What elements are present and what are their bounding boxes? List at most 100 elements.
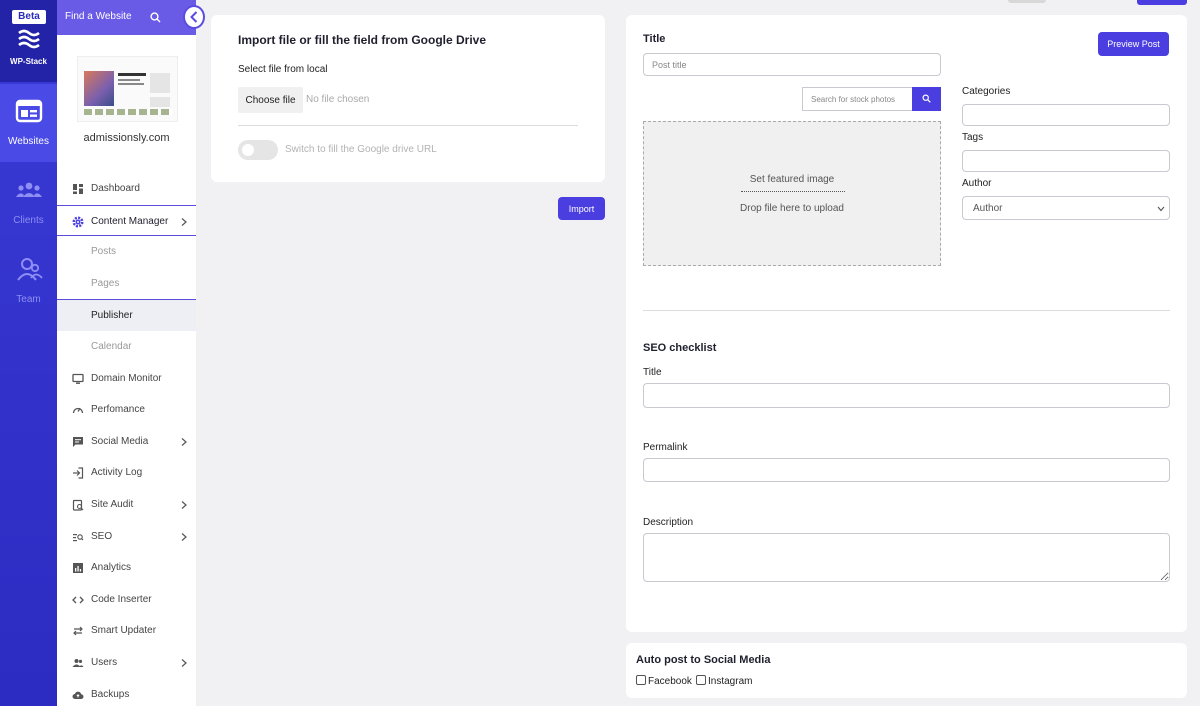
sidebar-item-calendar[interactable]: Calendar (57, 331, 196, 363)
chevron-right-icon (181, 217, 187, 226)
sidebar-item-activity-log[interactable]: Activity Log (57, 457, 196, 489)
sidebar-item-label: Activity Log (91, 467, 143, 479)
import-button[interactable]: Import (558, 197, 605, 220)
sidebar-item-label: Content Manager (91, 215, 169, 227)
sidebar-item-label: Social Media (91, 435, 149, 447)
title-label: Title (643, 33, 666, 45)
toggle-knob (242, 144, 254, 156)
sidebar-item-content-manager[interactable]: Content Manager (57, 204, 196, 237)
sidebar-item-backups[interactable]: Backups (57, 679, 196, 706)
rail-label: Team (16, 294, 41, 305)
rail-item-clients[interactable]: Clients (0, 163, 57, 241)
divider (643, 310, 1170, 311)
site-search-input[interactable] (65, 11, 145, 22)
post-title-input[interactable] (643, 53, 941, 76)
facebook-checkbox[interactable]: Facebook (636, 675, 692, 689)
sidebar-item-label: Code Inserter (91, 593, 152, 605)
sidebar-item-label: Calendar (91, 340, 132, 352)
checkbox-box[interactable] (636, 675, 646, 685)
top-primary-button[interactable] (1137, 0, 1187, 5)
sidebar-item-users[interactable]: Users (57, 647, 196, 679)
tags-input[interactable] (962, 150, 1170, 172)
site-thumbnail[interactable] (77, 56, 178, 122)
google-drive-toggle[interactable] (238, 140, 278, 160)
sidebar-item-pages[interactable]: Pages (57, 268, 196, 300)
chevron-right-icon (181, 658, 187, 667)
code-icon (72, 596, 84, 604)
sidebar-item-label: Smart Updater (91, 625, 157, 637)
sidebar-item-label: Site Audit (91, 498, 134, 510)
site-sidebar: admissionsly.com Dashboard Content Manag… (57, 0, 196, 706)
rail-item-team[interactable]: Team (0, 242, 57, 320)
analytics-icon (73, 563, 83, 574)
chevron-right-icon (181, 437, 187, 446)
instagram-checkbox[interactable]: Instagram (696, 675, 752, 689)
collapse-sidebar-button[interactable] (183, 5, 205, 29)
brand-block: Beta WP-Stack (0, 0, 57, 82)
dotted-divider (741, 191, 845, 192)
clients-icon (16, 182, 42, 197)
sidebar-item-label: Pages (91, 277, 120, 289)
description-label: Description (643, 517, 694, 528)
sidebar-item-posts[interactable]: Posts (57, 236, 196, 268)
search-icon[interactable] (150, 12, 161, 23)
description-textarea[interactable] (643, 533, 1170, 582)
chevron-down-icon (1157, 206, 1165, 212)
top-secondary-button[interactable] (1008, 0, 1046, 3)
sidebar-item-site-audit[interactable]: Site Audit (57, 489, 196, 521)
local-file-label: Select file from local (238, 64, 328, 75)
rail-item-websites[interactable]: Websites (0, 84, 57, 162)
chevron-right-icon (181, 532, 187, 541)
team-icon (17, 258, 43, 281)
site-search-bar (57, 0, 196, 35)
preview-post-button[interactable]: Preview Post (1098, 32, 1169, 56)
beta-badge: Beta (12, 10, 46, 24)
set-featured-image-text[interactable]: Set featured image (644, 174, 940, 185)
sidebar-item-perfomance[interactable]: Perfomance (57, 394, 196, 426)
websites-icon (15, 99, 43, 123)
sidebar-item-publisher[interactable]: Publisher (57, 299, 196, 331)
seo-checklist-heading: SEO checklist (643, 342, 717, 354)
divider (238, 125, 578, 126)
featured-image-dropzone[interactable]: Set featured image Drop file here to upl… (643, 121, 941, 266)
stock-photo-search-input[interactable] (802, 87, 913, 111)
chevron-left-icon (190, 11, 198, 23)
sidebar-item-label: Perfomance (91, 404, 145, 416)
audit-icon (72, 499, 84, 511)
wp-stack-logo-icon (18, 29, 40, 49)
categories-label: Categories (962, 86, 1011, 97)
facebook-label: Facebook (648, 676, 692, 687)
choose-file-button[interactable]: Choose file (238, 87, 303, 113)
sidebar-item-label: Backups (91, 688, 130, 700)
drop-file-text: Drop file here to upload (740, 203, 844, 214)
sidebar-item-seo[interactable]: SEO (57, 521, 196, 553)
gear-icon (72, 216, 84, 228)
author-select[interactable]: Author (962, 196, 1170, 220)
checkbox-box[interactable] (696, 675, 706, 685)
seo-title-input[interactable] (643, 383, 1170, 408)
no-file-text: No file chosen (306, 94, 370, 105)
sidebar-item-dashboard[interactable]: Dashboard (57, 173, 196, 205)
app-rail: Beta WP-Stack Websites Clients Team (0, 0, 57, 706)
sync-icon (73, 626, 83, 636)
sidebar-item-smart-updater[interactable]: Smart Updater (57, 615, 196, 647)
sidebar-item-label: Posts (91, 246, 117, 258)
categories-input[interactable] (962, 104, 1170, 126)
seo-icon (73, 533, 84, 541)
stock-photo-search-button[interactable] (912, 87, 941, 111)
sidebar-item-label: Dashboard (91, 183, 140, 194)
dashboard-icon (73, 184, 83, 194)
sidebar-item-code-inserter[interactable]: Code Inserter (57, 584, 196, 616)
author-label: Author (962, 178, 992, 189)
sidebar-item-social-media[interactable]: Social Media (57, 426, 196, 458)
permalink-input[interactable] (643, 458, 1170, 482)
sidebar-item-analytics[interactable]: Analytics (57, 552, 196, 584)
tags-label: Tags (962, 132, 984, 143)
import-heading: Import file or fill the field from Googl… (238, 33, 487, 47)
sidebar-item-domain-monitor[interactable]: Domain Monitor (57, 363, 196, 395)
chat-icon (73, 436, 83, 447)
gauge-icon (72, 407, 84, 414)
site-name[interactable]: admissionsly.com (57, 132, 196, 144)
monitor-icon (72, 373, 84, 384)
sidebar-item-label: Publisher (91, 310, 133, 322)
